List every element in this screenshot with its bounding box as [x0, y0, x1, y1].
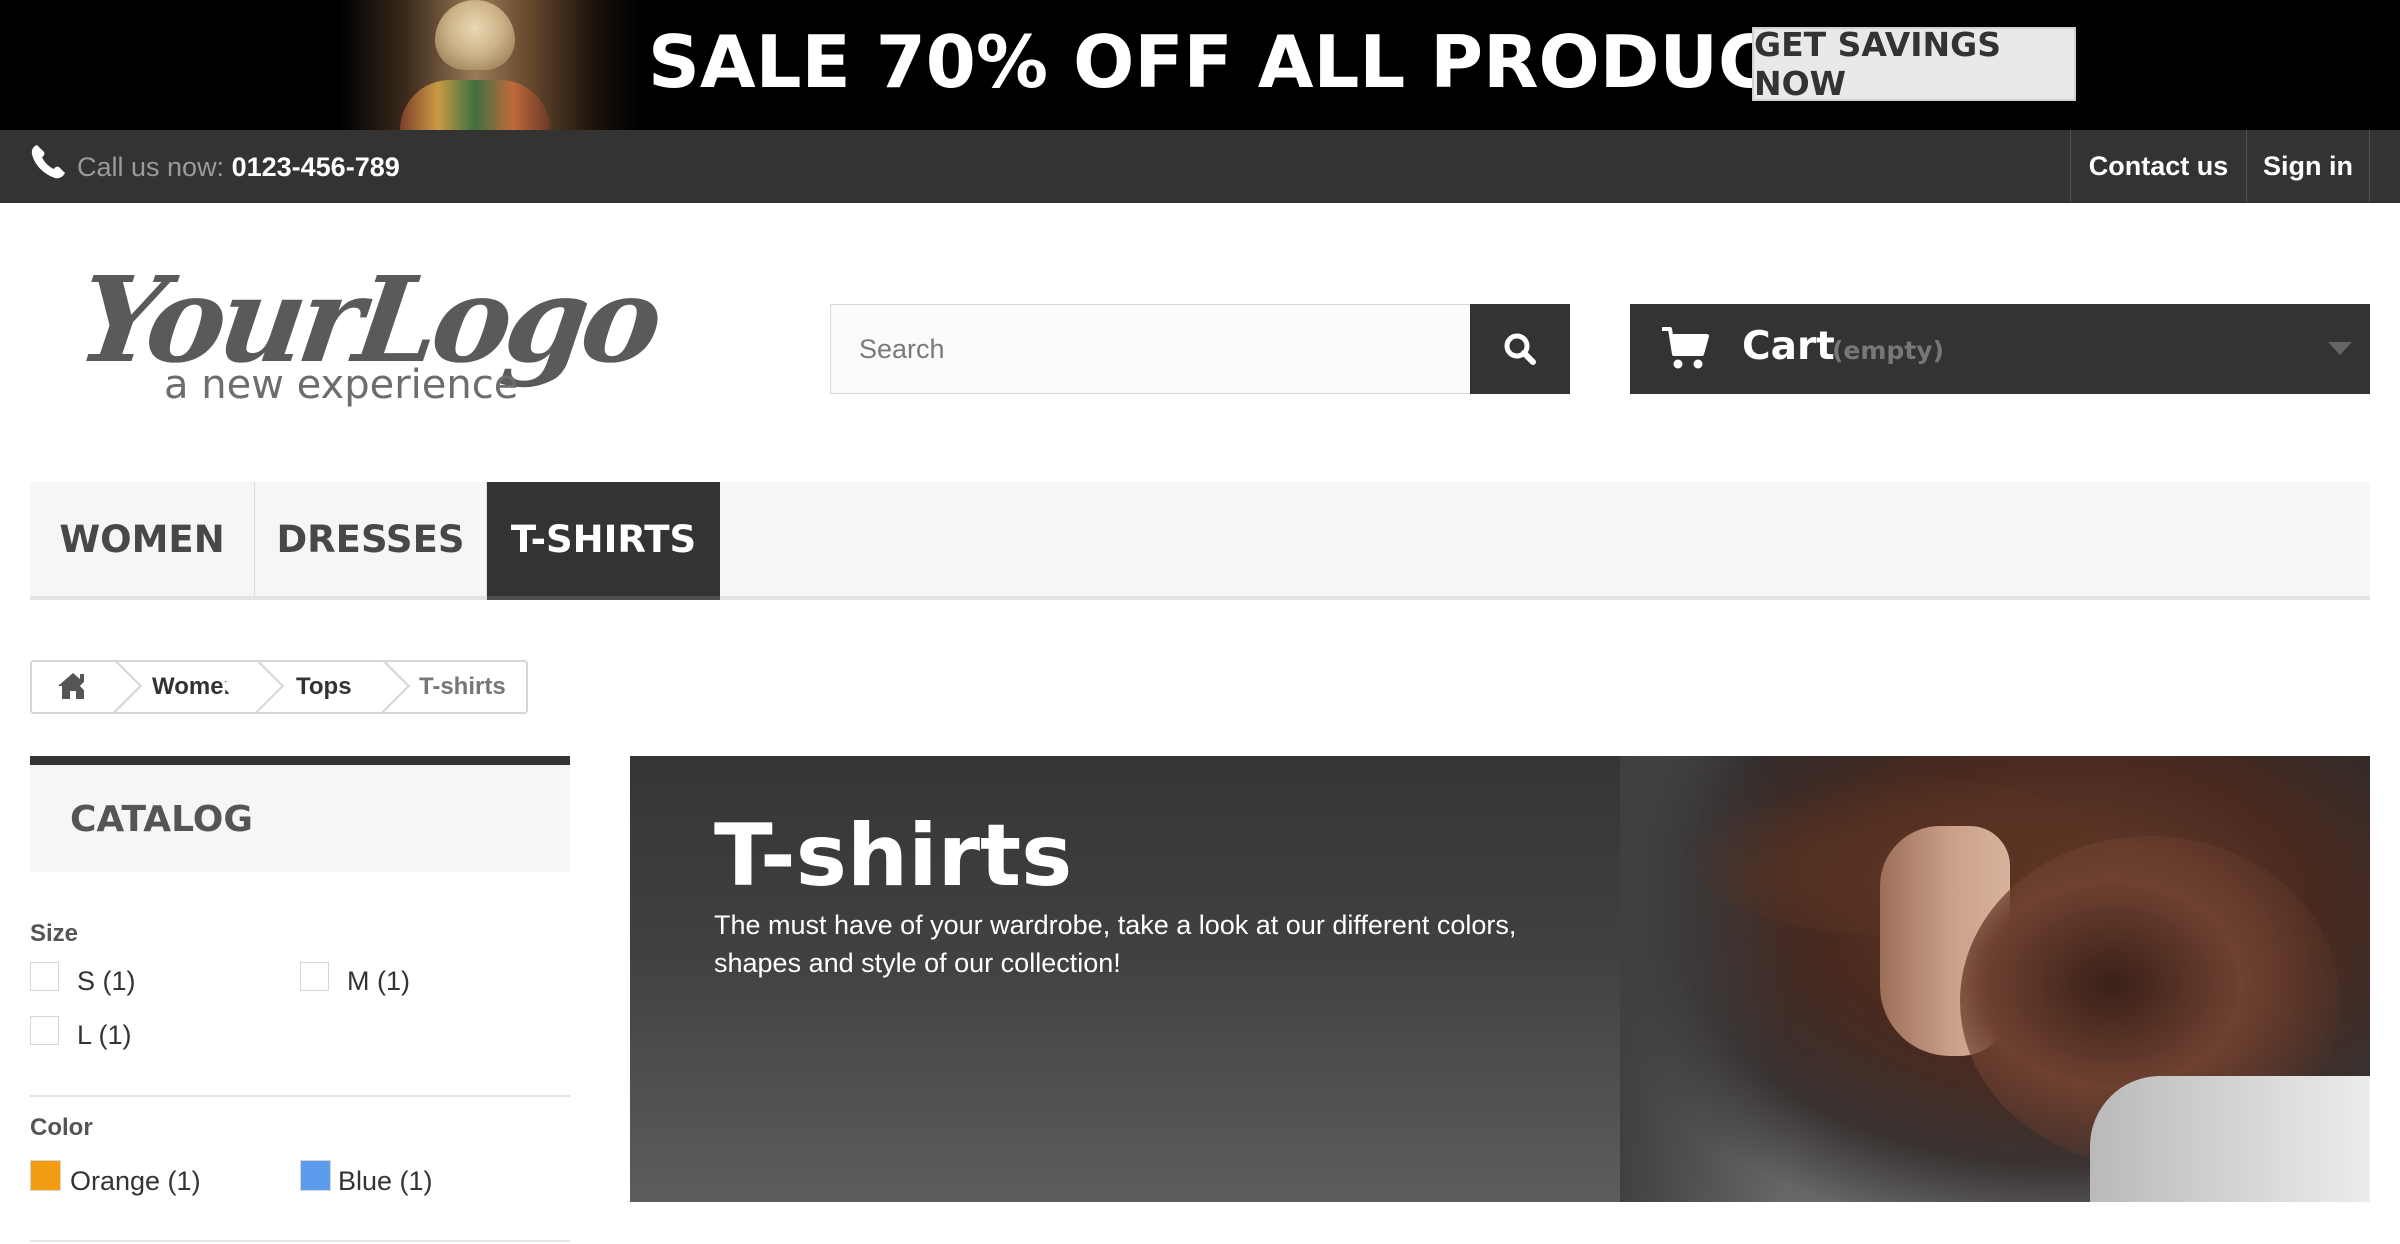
- promo-banner[interactable]: SALE 70% OFF ALL PRODUCTS GET SAVINGS NO…: [0, 0, 2400, 130]
- color-filter-title: Color: [30, 1114, 93, 1141]
- chevron-down-icon: [2328, 342, 2352, 355]
- category-banner: T-shirts The must have of your wardrobe,…: [630, 756, 2370, 1202]
- cart-dropdown[interactable]: Cart (empty): [1630, 304, 2370, 394]
- filter-divider: [30, 1240, 570, 1242]
- top-bar: Call us now: 0123-456-789 Contact us Sig…: [0, 130, 2400, 203]
- color-blue-swatch[interactable]: [300, 1160, 331, 1191]
- cart-icon: [1662, 327, 1709, 369]
- get-savings-button[interactable]: GET SAVINGS NOW: [1752, 25, 2076, 103]
- catalog-header: CATALOG: [30, 756, 570, 872]
- size-l-label[interactable]: L (1): [77, 1020, 132, 1051]
- promo-title: SALE 70% OFF ALL PRODUCTS: [648, 20, 1872, 104]
- breadcrumb: Women Tops T-shirts: [30, 660, 528, 714]
- main-menu: WOMEN DRESSES T-SHIRTS: [30, 482, 2370, 600]
- size-filter-title: Size: [30, 920, 79, 947]
- sign-in-link[interactable]: Sign in: [2246, 130, 2370, 203]
- call-us-text: Call us now: 0123-456-789: [77, 152, 400, 183]
- size-s-label[interactable]: S (1): [77, 966, 136, 997]
- menu-item-tshirts[interactable]: T-SHIRTS: [487, 482, 720, 600]
- category-title: T-shirts: [714, 806, 1073, 906]
- phone-number: 0123-456-789: [231, 152, 400, 182]
- size-m-checkbox[interactable]: [300, 962, 329, 991]
- cart-label: Cart: [1742, 324, 1835, 369]
- call-us-label: Call us now:: [77, 152, 225, 182]
- catalog-title: CATALOG: [70, 799, 253, 840]
- contact-us-link[interactable]: Contact us: [2070, 130, 2246, 203]
- breadcrumb-tops[interactable]: Tops: [296, 662, 352, 712]
- color-orange-swatch[interactable]: [30, 1160, 61, 1191]
- size-s-checkbox[interactable]: [30, 962, 59, 991]
- size-m-label[interactable]: M (1): [347, 966, 410, 997]
- logo-tagline: a new experience: [164, 362, 519, 408]
- search-icon: [1504, 333, 1536, 365]
- search-input[interactable]: [831, 305, 1471, 393]
- filter-divider: [30, 1095, 570, 1097]
- search-button[interactable]: [1470, 304, 1570, 394]
- promo-model-image: [340, 0, 640, 130]
- menu-item-women[interactable]: WOMEN: [30, 482, 255, 596]
- breadcrumb-separator: [347, 662, 411, 712]
- cart-status: (empty): [1832, 336, 1944, 365]
- menu-item-dresses[interactable]: DRESSES: [255, 482, 487, 596]
- breadcrumb-separator: [79, 662, 143, 712]
- site-logo[interactable]: YourLogo a new experience: [70, 250, 665, 420]
- color-blue-label[interactable]: Blue (1): [338, 1166, 433, 1197]
- phone-icon: [31, 145, 65, 179]
- category-description: The must have of your wardrobe, take a l…: [714, 910, 1517, 978]
- search-box: [830, 304, 1472, 394]
- banner-shirt-shape: [2090, 1076, 2370, 1202]
- color-orange-label[interactable]: Orange (1): [70, 1166, 201, 1197]
- breadcrumb-tshirts: T-shirts: [419, 673, 506, 700]
- size-l-checkbox[interactable]: [30, 1016, 59, 1045]
